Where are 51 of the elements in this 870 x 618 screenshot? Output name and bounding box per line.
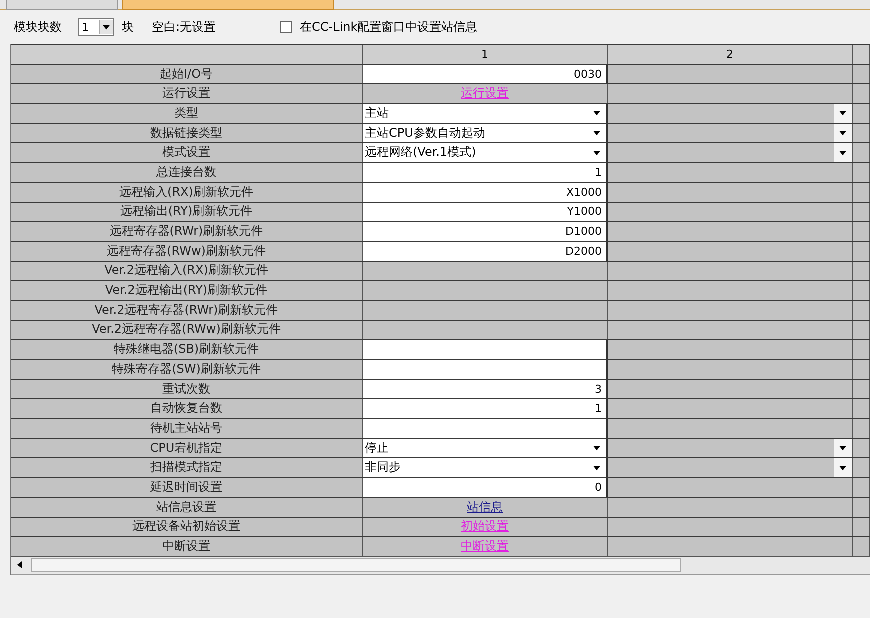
value-field[interactable]: X1000: [363, 182, 608, 202]
dropdown-field[interactable]: 主站CPU参数自动起动: [363, 124, 608, 142]
value-field[interactable]: 1: [363, 163, 608, 182]
value-field[interactable]: [363, 360, 608, 379]
settings-link[interactable]: 站信息: [467, 498, 503, 516]
value-field[interactable]: 0: [363, 478, 608, 497]
row-label: Ver.2远程寄存器(RWw)刷新软元件: [11, 320, 363, 340]
row-label: 特殊继电器(SB)刷新软元件: [11, 340, 363, 359]
value-field[interactable]: 0030: [363, 64, 608, 84]
value-field[interactable]: D2000: [363, 242, 608, 261]
column-header: 2: [608, 45, 853, 64]
row-label: 总连接台数: [11, 163, 363, 182]
row-label: 延迟时间设置: [11, 478, 363, 497]
dropdown-field[interactable]: 远程网络(Ver.1模式): [363, 143, 608, 162]
row-label: 起始I/O号: [11, 64, 363, 84]
blank-note: 空白:无设置: [152, 18, 216, 36]
row-label: Ver.2远程寄存器(RWr)刷新软元件: [11, 300, 363, 320]
value-field[interactable]: D1000: [363, 222, 608, 241]
row-label: 中断设置: [11, 537, 363, 556]
row-label: 远程寄存器(RWw)刷新软元件: [11, 242, 363, 261]
row-label: 重试次数: [11, 380, 363, 398]
checkbox-label: 在CC-Link配置窗口中设置站信息: [300, 18, 478, 36]
row-label: 待机主站站号: [11, 419, 363, 438]
unit-label: 块: [122, 18, 134, 36]
row-label: 远程设备站初始设置: [11, 518, 363, 536]
dropdown-field[interactable]: 主站: [363, 104, 608, 123]
value-field[interactable]: 1: [363, 399, 608, 418]
row-label: 特殊寄存器(SW)刷新软元件: [11, 360, 363, 379]
row-label: CPU宕机指定: [11, 438, 363, 458]
row-label: 自动恢复台数: [11, 399, 363, 418]
dropdown-field[interactable]: 非同步: [363, 458, 608, 478]
row-label: 扫描模式指定: [11, 458, 363, 478]
value-field[interactable]: 3: [363, 380, 608, 398]
column-header: 1: [363, 45, 608, 64]
value-field[interactable]: [363, 419, 608, 438]
row-label: 模式设置: [11, 143, 363, 162]
value-field[interactable]: [363, 340, 608, 359]
row-label: 远程输入(RX)刷新软元件: [11, 182, 363, 202]
row-label: 数据链接类型: [11, 124, 363, 142]
row-label: 运行设置: [11, 84, 363, 104]
row-label: Ver.2远程输入(RX)刷新软元件: [11, 262, 363, 280]
row-label: 远程寄存器(RWr)刷新软元件: [11, 222, 363, 241]
row-label: 站信息设置: [11, 498, 363, 516]
value-field[interactable]: Y1000: [363, 202, 608, 222]
module-count-select[interactable]: 1: [78, 18, 114, 36]
row-label: 远程输出(RY)刷新软元件: [11, 202, 363, 222]
row-label: 类型: [11, 104, 363, 123]
row-label: Ver.2远程输出(RY)刷新软元件: [11, 281, 363, 300]
dropdown-field[interactable]: 停止: [363, 438, 608, 458]
checkbox[interactable]: [280, 21, 292, 33]
module-count-label: 模块块数: [14, 18, 62, 36]
